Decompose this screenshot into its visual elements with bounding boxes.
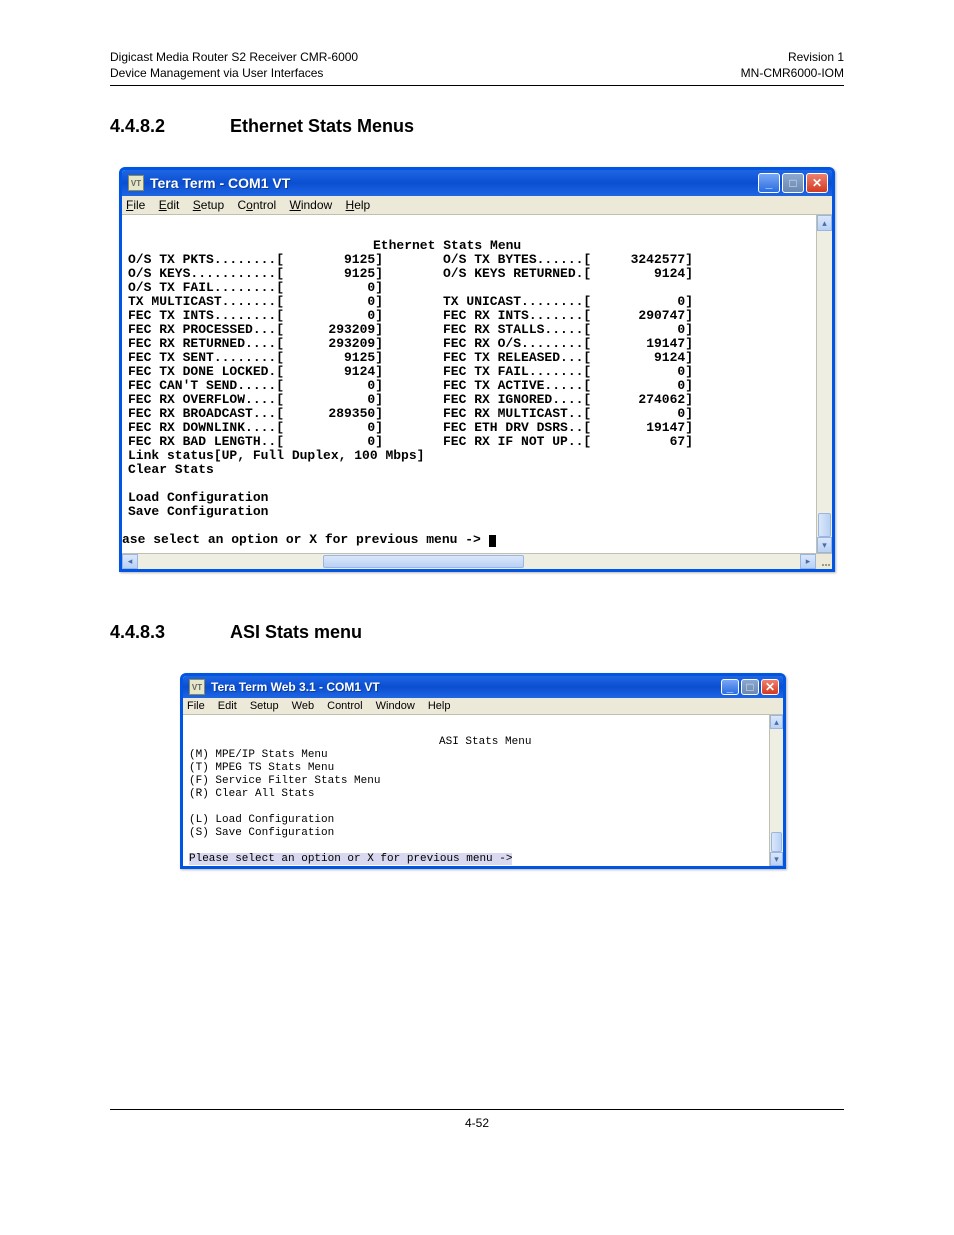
doc-id: MN-CMR6000-IOM [741,66,844,82]
doc-title-left1: Digicast Media Router S2 Receiver CMR-60… [110,50,358,66]
page-number: 4-52 [110,1116,844,1130]
menu-help[interactable]: Help [428,700,451,712]
terminal-output: Ethernet Stats MenuO/S TX PKTS........[9… [122,215,832,553]
menu-web[interactable]: Web [292,700,314,712]
vertical-scrollbar[interactable]: ▴ ▾ [816,215,832,553]
menu-control[interactable]: Control [237,198,276,212]
scroll-down-button[interactable]: ▾ [817,537,832,553]
window-title: Tera Term - COM1 VT [150,175,752,191]
menu-setup[interactable]: Setup [193,198,224,212]
titlebar[interactable]: Tera Term - COM1 VT _ □ ✕ [122,170,832,196]
app-icon [128,175,144,191]
vertical-scrollbar[interactable]: ▴ ▾ [769,715,783,866]
divider [110,1109,844,1110]
close-button[interactable]: ✕ [806,173,828,193]
terminal-window-asi: Tera Term Web 3.1 - COM1 VT _ □ ✕ File E… [180,673,786,869]
scroll-thumb[interactable] [771,832,782,852]
window-title: Tera Term Web 3.1 - COM1 VT [211,680,715,694]
menu-edit[interactable]: Edit [218,700,237,712]
menu-window[interactable]: Window [290,198,333,212]
scroll-left-button[interactable]: ◂ [122,554,138,569]
doc-rev: Revision 1 [788,50,844,66]
section-heading-2: 4.4.8.3ASI Stats menu [110,622,844,643]
minimize-button[interactable]: _ [758,173,780,193]
scroll-thumb[interactable] [323,555,524,568]
divider [110,85,844,86]
menu-help[interactable]: Help [346,198,371,212]
doc-title-left2: Device Management via User Interfaces [110,66,323,82]
close-button[interactable]: ✕ [761,679,779,695]
titlebar[interactable]: Tera Term Web 3.1 - COM1 VT _ □ ✕ [183,676,783,698]
menubar: File Edit Setup Control Window Help [122,196,832,215]
menu-edit[interactable]: Edit [159,198,180,212]
menubar: File Edit Setup Web Control Window Help [183,698,783,715]
maximize-button[interactable]: □ [741,679,759,695]
menu-file[interactable]: File [187,700,205,712]
resize-grip[interactable] [816,554,832,569]
scroll-down-button[interactable]: ▾ [770,852,783,866]
menu-setup[interactable]: Setup [250,700,279,712]
scroll-thumb[interactable] [818,513,831,537]
scroll-right-button[interactable]: ▸ [800,554,816,569]
app-icon [189,679,205,695]
terminal-window-ethernet: Tera Term - COM1 VT _ □ ✕ File Edit Setu… [119,167,835,572]
maximize-button[interactable]: □ [782,173,804,193]
horizontal-scrollbar[interactable]: ◂ ▸ [122,553,832,569]
scroll-up-button[interactable]: ▴ [817,215,832,231]
minimize-button[interactable]: _ [721,679,739,695]
terminal-output: ASI Stats Menu(M) MPE/IP Stats Menu(T) M… [183,715,783,866]
menu-control[interactable]: Control [327,700,362,712]
menu-file[interactable]: File [126,198,145,212]
section-heading-1: 4.4.8.2Ethernet Stats Menus [110,116,844,137]
scroll-up-button[interactable]: ▴ [770,715,783,729]
menu-window[interactable]: Window [376,700,415,712]
